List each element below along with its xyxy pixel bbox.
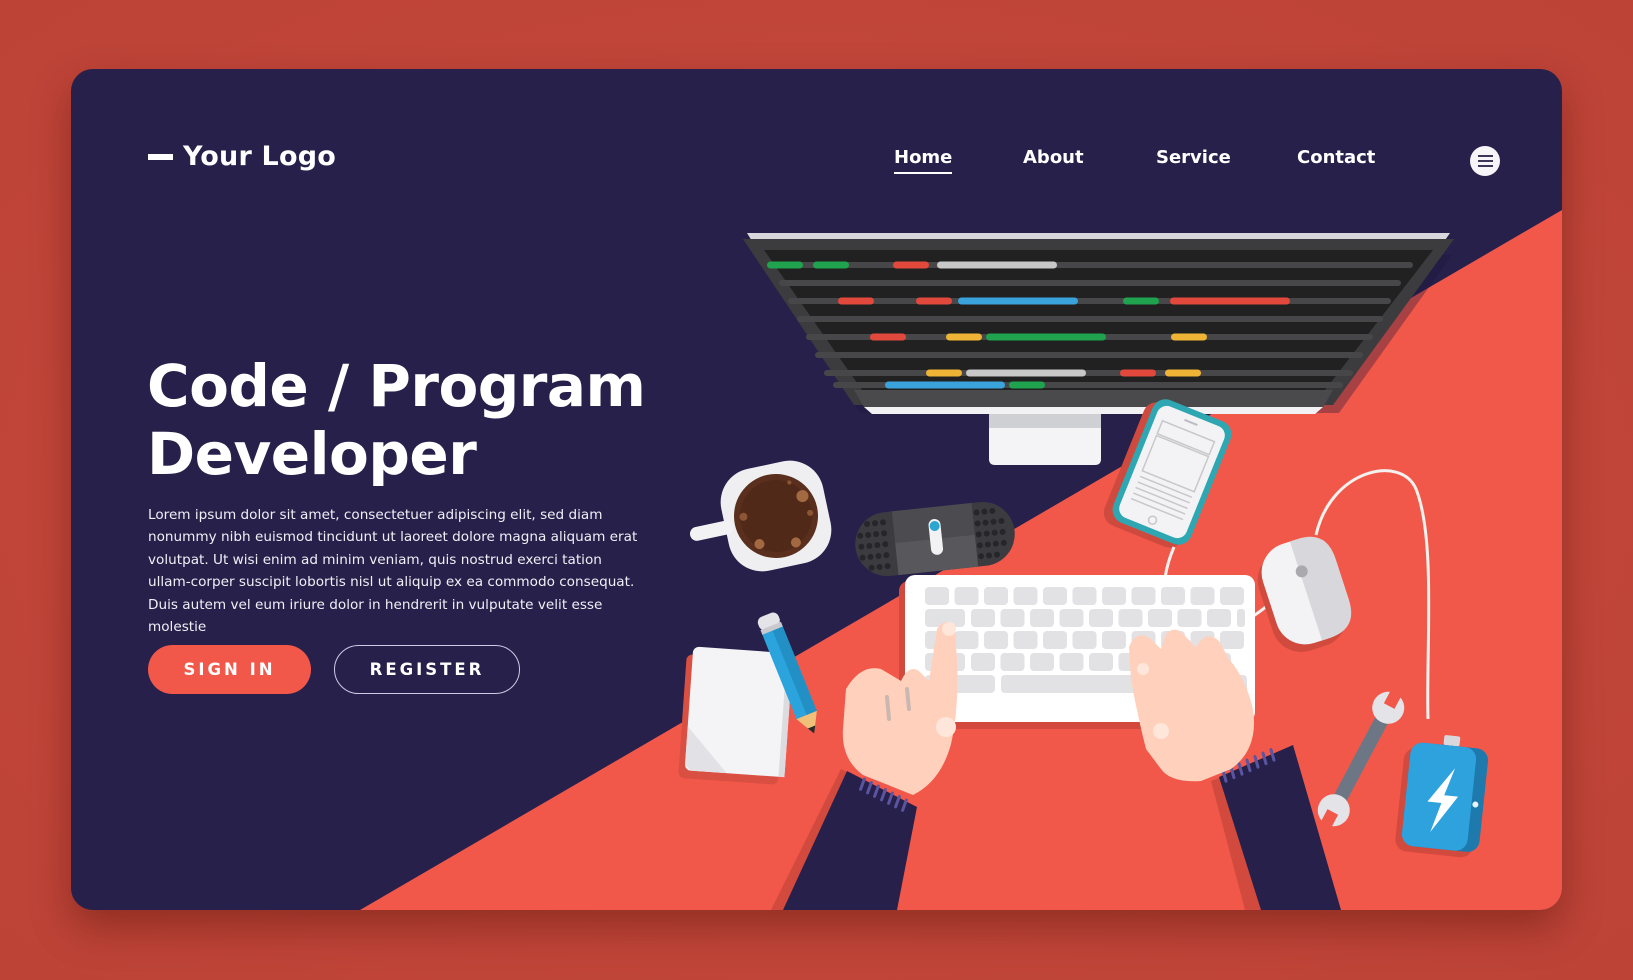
- code-line: [797, 316, 1383, 322]
- code-token: [926, 369, 962, 377]
- keyboard-key: [954, 587, 979, 605]
- hamburger-line: [1477, 155, 1493, 157]
- code-token: [946, 333, 982, 341]
- code-token: [958, 297, 1078, 305]
- keyboard-key: [1030, 653, 1054, 671]
- code-token: [966, 369, 1086, 377]
- keyboard-key: [1161, 587, 1185, 605]
- keyboard-key: [1043, 631, 1067, 649]
- keyboard-key: [1072, 587, 1097, 605]
- keyboard-key: [1237, 609, 1245, 627]
- code-token: [885, 381, 1005, 389]
- keyboard-key: [1118, 609, 1143, 627]
- keyboard-key: [1059, 609, 1084, 627]
- keyboard-key: [1013, 587, 1038, 605]
- keyboard-key: [925, 587, 949, 605]
- keyboard-key: [984, 631, 1008, 649]
- keyboard-key: [1030, 609, 1054, 627]
- code-line: [815, 352, 1363, 358]
- main-nav: Home About Service Contact: [71, 146, 1562, 176]
- code-token: [1170, 297, 1290, 305]
- landing-card: Your Logo Home About Service Contact Cod…: [71, 69, 1562, 910]
- keyboard-key: [1072, 631, 1097, 649]
- hamburger-line: [1477, 165, 1493, 167]
- hamburger-line: [1477, 160, 1493, 162]
- code-token: [893, 261, 929, 269]
- nav-about[interactable]: About: [1023, 146, 1084, 170]
- keyboard-key: [1102, 631, 1126, 649]
- keyboard-key: [1043, 587, 1067, 605]
- keyboard-key: [971, 653, 995, 671]
- code-token: [838, 297, 874, 305]
- code-token: [1123, 297, 1159, 305]
- hero-title: Code / Program Developer: [147, 352, 707, 488]
- keyboard-key: [971, 609, 995, 627]
- code-token: [870, 333, 906, 341]
- code-token: [1165, 369, 1201, 377]
- register-button[interactable]: REGISTER: [334, 645, 520, 694]
- keyboard-key: [1000, 653, 1025, 671]
- nav-service[interactable]: Service: [1156, 146, 1231, 170]
- keyboard-key: [1089, 609, 1113, 627]
- nav-contact[interactable]: Contact: [1297, 146, 1375, 170]
- keyboard-key: [1148, 609, 1172, 627]
- code-line: [767, 262, 1413, 268]
- code-token: [986, 333, 1106, 341]
- hero-description: Lorem ipsum dolor sit amet, consectetuer…: [148, 507, 638, 636]
- keyboard-key: [1000, 609, 1025, 627]
- keyboard-key: [954, 631, 979, 649]
- keyboard-spacebar: [1001, 675, 1141, 693]
- code-token: [767, 261, 803, 269]
- keyboard-key: [1131, 587, 1156, 605]
- code-token: [813, 261, 849, 269]
- code-token: [1171, 333, 1207, 341]
- keyboard-key: [1013, 631, 1038, 649]
- hamburger-menu-button[interactable]: [1470, 146, 1500, 176]
- sign-in-button[interactable]: SIGN IN: [148, 645, 311, 694]
- keyboard-key: [1089, 653, 1113, 671]
- keyboard-key: [1220, 587, 1244, 605]
- keyboard-key: [1102, 587, 1126, 605]
- hero-illustration: [360, 210, 1562, 910]
- code-line: [824, 370, 1353, 376]
- code-token: [937, 261, 1057, 269]
- keyboard-key: [1207, 609, 1231, 627]
- hero-title-line1: Code / Program: [147, 352, 646, 420]
- hero-title-line2: Developer: [147, 420, 477, 488]
- code-token: [916, 297, 952, 305]
- code-line: [779, 280, 1401, 286]
- code-token: [1009, 381, 1045, 389]
- keyboard-key: [1190, 587, 1215, 605]
- keyboard-key: [984, 587, 1008, 605]
- nav-home[interactable]: Home: [894, 146, 953, 174]
- code-token: [1120, 369, 1156, 377]
- keyboard-key: [1059, 653, 1084, 671]
- keyboard-key: [1177, 609, 1202, 627]
- keyboard-key: [1220, 631, 1244, 649]
- code-line: [788, 298, 1391, 304]
